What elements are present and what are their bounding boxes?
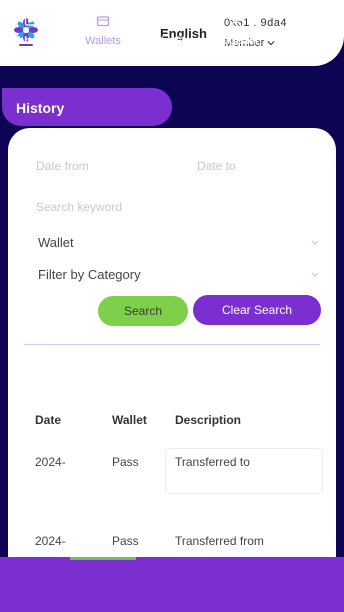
row-wallet: Pass (112, 455, 139, 469)
wallet-select[interactable]: Wallet (38, 230, 320, 254)
row-date: 2024- (35, 534, 66, 548)
wallet-select-value: Wallet (38, 234, 74, 250)
row-wallet: Pass (112, 534, 139, 548)
date-from-input[interactable]: Date from (36, 159, 89, 173)
dashboard-icon (24, 16, 38, 26)
wallet-icon (96, 16, 110, 27)
column-header-wallet: Wallet (112, 413, 147, 427)
row-date: 2024- (35, 455, 66, 469)
register-icon (230, 15, 243, 27)
nav-label: Register (214, 35, 260, 47)
nav-label: Community (276, 35, 337, 47)
ph-gh-icon (162, 14, 176, 28)
row-description: Transferred from (175, 534, 264, 548)
bottom-navigation (0, 557, 344, 612)
column-header-date: Date (35, 413, 62, 427)
history-card (8, 128, 336, 568)
clear-search-button[interactable]: Clear Search (193, 295, 321, 325)
nav-item-ph-gh[interactable]: PH / GH (138, 0, 200, 55)
chevron-down-icon (311, 240, 319, 245)
nav-item-wallets[interactable]: Wallets (72, 0, 134, 55)
community-icon (309, 15, 321, 27)
category-select[interactable]: Filter by Category (38, 262, 320, 286)
nav-label: Dashboard (0, 35, 55, 47)
nav-item-dashboard[interactable]: Dashboard (0, 0, 62, 55)
search-button[interactable]: Search (98, 296, 188, 326)
active-tab-indicator (70, 557, 136, 560)
filter-divider (24, 344, 320, 345)
date-to-input[interactable]: Date to (197, 159, 236, 173)
nav-label: PH / GH (148, 35, 190, 47)
row-description: Transferred to (175, 455, 250, 469)
column-header-description: Description (175, 413, 242, 427)
nav-item-community[interactable]: Community (274, 0, 344, 55)
history-tab[interactable]: History (2, 88, 172, 126)
category-select-value: Filter by Category (38, 266, 141, 282)
search-keyword-input[interactable]: Search keyword (36, 200, 122, 214)
chevron-down-icon (311, 272, 319, 277)
nav-item-register[interactable]: Register (206, 0, 268, 55)
nav-label: Wallets (85, 35, 121, 47)
